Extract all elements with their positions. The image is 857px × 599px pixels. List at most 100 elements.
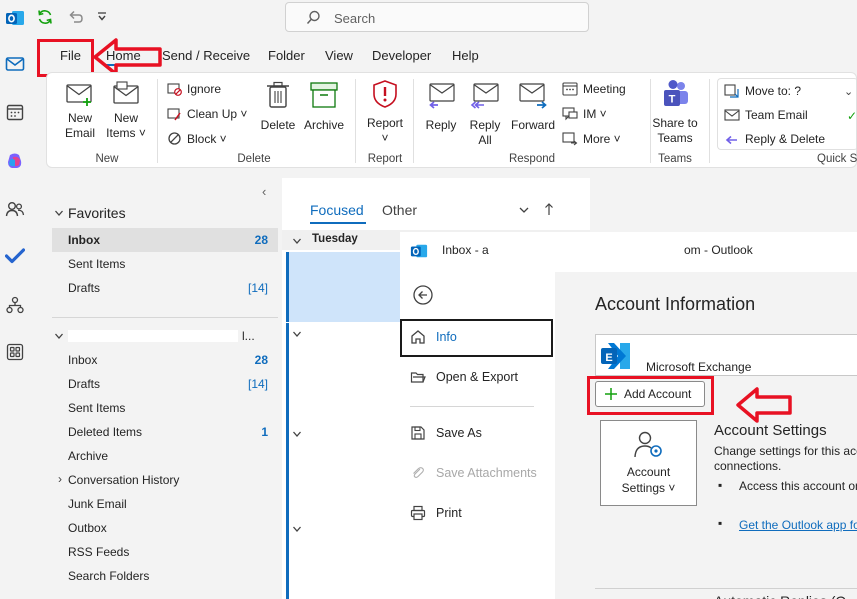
favorite-inbox-count: 28 [254, 233, 268, 247]
account-settings-button[interactable]: Account Settings ˅ [600, 420, 697, 506]
copilot-icon[interactable] [4, 150, 26, 172]
home-icon [411, 330, 425, 344]
favorites-label: Favorites [68, 205, 126, 221]
collapse-pane-icon[interactable]: ‹ [262, 184, 266, 199]
chevron-down-icon [55, 333, 63, 339]
meeting-button[interactable]: Meeting [562, 81, 626, 96]
folder-junk-email[interactable]: Junk Email [68, 497, 127, 511]
nav-open-export-label: Open & Export [436, 370, 518, 384]
nav-info-label: Info [436, 330, 457, 344]
more-respond-button[interactable]: More ˅ [562, 131, 621, 146]
report-label-1: Report [366, 116, 404, 130]
quick-step-team-email[interactable]: Team Email [724, 107, 808, 122]
account-settings-heading: Account Settings [714, 422, 827, 439]
back-arrow-icon[interactable] [412, 284, 434, 309]
calendar-icon[interactable] [4, 101, 26, 123]
folder-archive[interactable]: Archive [68, 449, 108, 463]
account-header[interactable]: l... [54, 329, 255, 343]
nav-print[interactable]: Print [410, 505, 462, 521]
favorites-header[interactable]: Favorites [54, 205, 126, 221]
account-settings-desc-1: Change settings for this acco [714, 444, 857, 458]
folder-drafts[interactable]: Drafts [68, 377, 100, 391]
ribbon-divider [709, 79, 710, 163]
todo-checkmark-icon[interactable] [4, 245, 26, 267]
folder-search-folders[interactable]: Search Folders [68, 569, 149, 583]
search-box[interactable]: Search [285, 2, 589, 32]
folder-drafts-count: [14] [247, 377, 268, 391]
tab-focused[interactable]: Focused [310, 202, 364, 218]
delete-button[interactable]: Delete [259, 81, 297, 133]
clean-up-button[interactable]: Clean Up ˅ [167, 106, 247, 121]
folder-inbox[interactable]: Inbox [68, 353, 97, 367]
more-apps-icon[interactable] [4, 341, 26, 363]
folder-deleted-items[interactable]: Deleted Items [68, 425, 142, 439]
tab-developer[interactable]: Developer [372, 48, 431, 63]
divider [52, 317, 278, 318]
outlook-logo-icon [4, 7, 26, 29]
focused-underline [310, 222, 366, 224]
im-button[interactable]: IM ˅ [562, 106, 607, 121]
new-group-label: New [95, 153, 119, 165]
search-placeholder: Search [334, 11, 376, 26]
backstage-nav: Info Open & Export Save As Save Attachme… [400, 272, 555, 599]
tab-other[interactable]: Other [382, 202, 417, 218]
customize-toolbar-icon[interactable] [96, 10, 108, 25]
archive-button[interactable]: Archive [302, 81, 346, 133]
nav-save-as[interactable]: Save As [410, 425, 482, 441]
folder-sent-items[interactable]: Sent Items [68, 401, 125, 415]
ignore-button[interactable]: Ignore [167, 81, 221, 96]
respond-group-label: Respond [508, 153, 556, 165]
favorite-sent-items[interactable]: Sent Items [68, 257, 125, 271]
new-email-button[interactable]: New Email [61, 81, 99, 141]
tab-view[interactable]: View [325, 48, 353, 63]
report-button[interactable]: Report ˅ [363, 79, 407, 146]
new-items-label-2: Items ˅ [106, 126, 146, 140]
chevron-down-icon[interactable] [292, 328, 302, 342]
block-icon [168, 132, 181, 145]
undo-icon[interactable] [66, 8, 84, 29]
reply-all-button[interactable]: Reply All [465, 81, 505, 148]
chevron-down-icon[interactable] [292, 428, 302, 442]
sort-arrow-up-icon[interactable] [544, 202, 554, 219]
new-items-button[interactable]: New Items ˅ [105, 81, 147, 141]
quick-steps-scroll-up-icon[interactable]: ⌄ [844, 85, 853, 98]
favorite-inbox[interactable]: Inbox [68, 233, 100, 247]
org-explorer-icon[interactable] [4, 294, 26, 316]
people-icon[interactable] [4, 198, 26, 220]
tab-help[interactable]: Help [452, 48, 479, 63]
redacted-email [496, 242, 682, 257]
quick-steps-group-label: Quick S [817, 153, 857, 165]
forward-button[interactable]: Forward [509, 81, 557, 133]
chevron-right-icon[interactable]: › [58, 472, 62, 486]
block-button[interactable]: Block ˅ [167, 131, 227, 146]
tab-folder[interactable]: Folder [268, 48, 305, 63]
access-account-bullet: Access this account on [739, 479, 857, 493]
quick-step-move-to[interactable]: Move to: ? [724, 83, 801, 98]
archive-icon [310, 82, 338, 108]
sync-icon[interactable] [36, 8, 54, 29]
nav-info-content[interactable]: Info [410, 329, 457, 345]
selected-message-row[interactable] [286, 252, 400, 322]
folder-outbox[interactable]: Outbox [68, 521, 107, 535]
reply-button[interactable]: Reply [421, 81, 461, 133]
share-to-teams-button[interactable]: T Share to Teams [649, 79, 701, 146]
favorite-drafts[interactable]: Drafts [68, 281, 100, 295]
filter-chevron-down-icon[interactable] [518, 204, 530, 219]
quick-step-reply-delete[interactable]: Reply & Delete [724, 131, 825, 146]
chevron-down-icon[interactable] [292, 235, 302, 249]
get-outlook-app-link[interactable]: Get the Outlook app fo [739, 518, 857, 532]
window-title-suffix: om - Outlook [684, 243, 753, 257]
report-group-label: Report [367, 153, 403, 165]
folder-rss-feeds[interactable]: RSS Feeds [68, 545, 129, 559]
new-items-label-1: New [113, 111, 138, 125]
tab-send-receive[interactable]: Send / Receive [162, 48, 250, 63]
chevron-down-icon [55, 210, 63, 216]
automatic-replies-heading: Automatic Replies (O [714, 593, 846, 599]
folder-conversation-history[interactable]: Conversation History [68, 473, 179, 487]
mail-icon[interactable] [4, 53, 26, 75]
chevron-down-icon[interactable] [292, 523, 302, 537]
reply-all-label-2: All [478, 133, 492, 147]
reply-label: Reply [425, 118, 457, 132]
account-selector[interactable]: E Microsoft Exchange [595, 334, 857, 376]
nav-open-export[interactable]: Open & Export [410, 369, 518, 385]
